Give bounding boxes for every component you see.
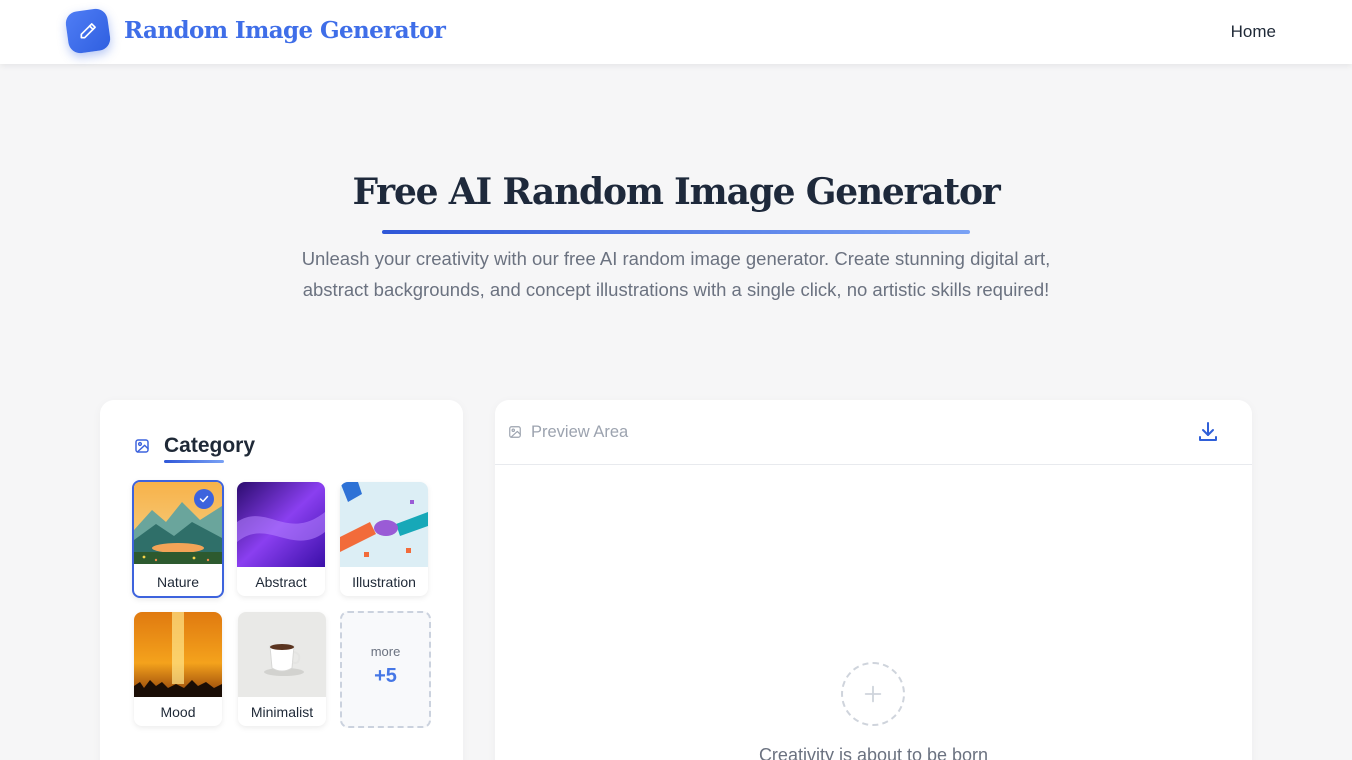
empty-state-plus-icon xyxy=(841,662,905,726)
image-icon xyxy=(508,425,522,444)
category-title-underline xyxy=(164,460,224,463)
preview-panel: Preview Area Creativity is about to be b… xyxy=(495,400,1252,760)
brand-name[interactable]: Random Image Generator xyxy=(124,14,446,48)
abstract-thumbnail xyxy=(237,482,325,567)
category-tile-abstract[interactable]: Abstract xyxy=(237,482,325,596)
tile-label-illustration: Illustration xyxy=(352,574,416,590)
category-tile-minimalist[interactable]: Minimalist xyxy=(238,612,326,726)
preview-title: Preview Area xyxy=(531,423,629,441)
logo-pencil-icon[interactable] xyxy=(64,7,112,55)
selected-check-icon xyxy=(194,489,214,509)
illustration-thumbnail xyxy=(340,482,428,567)
download-icon[interactable] xyxy=(1196,420,1220,444)
more-label: more xyxy=(370,644,401,659)
preview-header: Preview Area xyxy=(495,400,1252,465)
page-title: Free AI Random Image Generator xyxy=(352,171,1000,213)
image-icon xyxy=(134,438,150,459)
tile-label-abstract: Abstract xyxy=(255,574,307,590)
category-tile-nature[interactable]: Nature xyxy=(132,480,224,598)
minimalist-thumbnail xyxy=(238,612,326,697)
tile-label-nature: Nature xyxy=(156,574,200,590)
more-count: +5 xyxy=(374,665,397,687)
nav-link-home[interactable]: Home xyxy=(1231,20,1276,44)
empty-state-message: Creativity is about to be born xyxy=(758,745,989,760)
category-panel: Category Nature Abstract Illustration Mo… xyxy=(100,400,463,760)
category-tile-illustration[interactable]: Illustration xyxy=(340,482,428,596)
title-underline xyxy=(382,230,970,234)
page-subtitle: Unleash your creativity with our free AI… xyxy=(301,248,1051,300)
tile-label-minimalist: Minimalist xyxy=(250,704,314,720)
mood-thumbnail xyxy=(134,612,222,697)
more-categories-button[interactable]: more +5 xyxy=(340,611,431,728)
tile-label-mood: Mood xyxy=(160,704,196,720)
top-nav-bar: Random Image Generator Home xyxy=(0,0,1352,64)
category-title: Category xyxy=(164,434,256,457)
category-tile-mood[interactable]: Mood xyxy=(134,612,222,726)
